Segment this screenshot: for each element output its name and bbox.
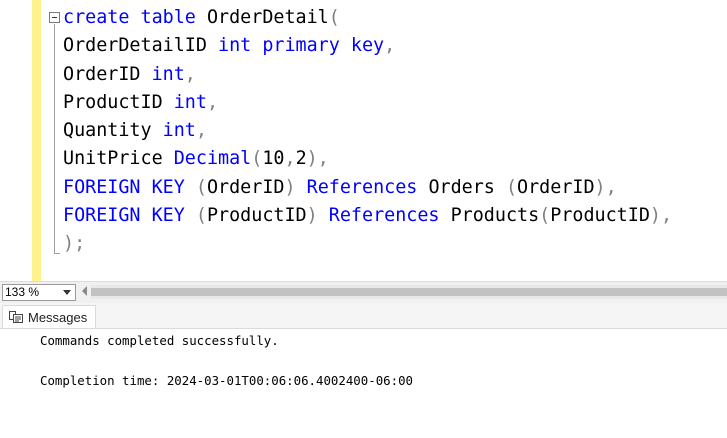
sql-identifier: OrderDetail [195, 7, 329, 28]
query-editor[interactable]: create table OrderDetail(OrderDetailID i… [0, 0, 727, 281]
messages-output: Commands completed successfully. Complet… [0, 329, 727, 438]
sql-identifier [296, 177, 307, 198]
sql-identifier: 2 [295, 148, 307, 170]
sql-punctuation: ( [539, 205, 551, 227]
code-line: create table OrderDetail( [63, 4, 727, 32]
sql-punctuation: , [384, 35, 396, 57]
sql-punctuation: ), [649, 205, 673, 227]
code-line: ); [63, 230, 727, 258]
code-text-area[interactable]: create table OrderDetail(OrderDetailID i… [63, 4, 727, 259]
sql-punctuation: , [184, 63, 196, 85]
outline-gutter [41, 0, 63, 281]
sql-punctuation: ) [306, 205, 318, 227]
sql-identifier: Orders [417, 176, 506, 198]
results-tab-strip: Messages [0, 303, 727, 329]
sql-keyword: key [350, 35, 385, 57]
sql-identifier [141, 205, 152, 226]
result-message: Commands completed successfully. [40, 333, 279, 348]
sql-identifier: OrderID [517, 176, 595, 198]
sql-keyword: References [328, 205, 440, 227]
sql-punctuation: ( [505, 176, 518, 198]
messages-icon [9, 311, 23, 323]
sql-keyword: table [140, 7, 196, 28]
sql-punctuation: ( [195, 205, 207, 227]
sql-identifier: ProductID [206, 205, 307, 227]
tab-messages-label: Messages [28, 309, 88, 325]
sql-identifier: Quantity [63, 120, 163, 142]
scroll-left-arrow-icon[interactable] [82, 286, 87, 296]
editor-status-strip: 133 % [0, 281, 727, 303]
sql-identifier: OrderID [206, 176, 285, 198]
sql-keyword: FOREIGN [63, 176, 141, 198]
sql-punctuation: , [206, 91, 219, 113]
sql-identifier: ProductID [550, 205, 650, 227]
editor-margin [0, 0, 32, 281]
sql-identifier [129, 7, 140, 28]
outline-end-tick [54, 253, 60, 254]
sql-identifier [185, 177, 196, 198]
sql-keyword: FOREIGN [63, 205, 141, 227]
code-line: UnitPrice Decimal(10,2), [63, 145, 727, 173]
zoom-dropdown[interactable]: 133 % [2, 284, 76, 301]
outline-line [54, 24, 55, 253]
sql-keyword: int [151, 63, 185, 85]
sql-punctuation: ( [328, 7, 340, 28]
sql-identifier [141, 177, 152, 198]
code-line: ProductID int, [63, 89, 727, 117]
change-tracking-bar [32, 0, 41, 281]
sql-keyword: int [218, 35, 252, 57]
collapse-minus-icon[interactable] [49, 12, 60, 23]
zoom-value: 133 % [5, 285, 40, 299]
results-pane: Messages Commands completed successfully… [0, 303, 727, 438]
sql-keyword: KEY [151, 205, 185, 227]
chevron-down-icon [63, 290, 71, 295]
sql-identifier: UnitPrice [63, 148, 174, 170]
sql-punctuation: ); [63, 233, 86, 255]
code-line: OrderID int, [63, 61, 727, 89]
code-line: FOREIGN KEY (ProductID) References Produ… [63, 202, 727, 230]
completion-time: Completion time: 2024-03-01T00:06:06.400… [40, 373, 413, 388]
sql-keyword: Decimal [173, 148, 252, 170]
sql-identifier [340, 35, 351, 56]
sql-punctuation: ) [284, 176, 296, 198]
sql-keyword: int [173, 91, 207, 113]
tab-messages[interactable]: Messages [2, 305, 97, 328]
sql-punctuation: ), [594, 176, 617, 198]
sql-keyword: primary [262, 35, 340, 57]
sql-identifier: ProductID [63, 91, 174, 113]
code-line: FOREIGN KEY (OrderID) References Orders … [63, 174, 727, 202]
code-line: Quantity int, [63, 117, 727, 145]
sql-punctuation: ( [195, 176, 207, 198]
sql-punctuation: , [284, 148, 296, 170]
horizontal-scrollbar[interactable] [91, 285, 727, 299]
sql-keyword: KEY [151, 176, 185, 198]
sql-punctuation: ), [306, 148, 329, 170]
code-line: OrderDetailID int primary key, [63, 32, 727, 60]
sql-punctuation: ( [251, 148, 263, 170]
sql-punctuation: , [195, 120, 207, 142]
sql-identifier: OrderDetailID [63, 35, 219, 57]
sql-keyword: create [63, 7, 130, 28]
horizontal-scrollbar-thumb[interactable] [91, 288, 727, 296]
sql-identifier [185, 205, 196, 226]
sql-identifier: OrderID [63, 63, 152, 85]
sql-keyword: References [306, 176, 418, 198]
sql-identifier: 10 [262, 148, 285, 170]
sql-identifier [318, 205, 329, 226]
sql-keyword: int [162, 120, 196, 142]
sql-identifier [251, 35, 262, 56]
sql-identifier: Products [439, 205, 540, 227]
